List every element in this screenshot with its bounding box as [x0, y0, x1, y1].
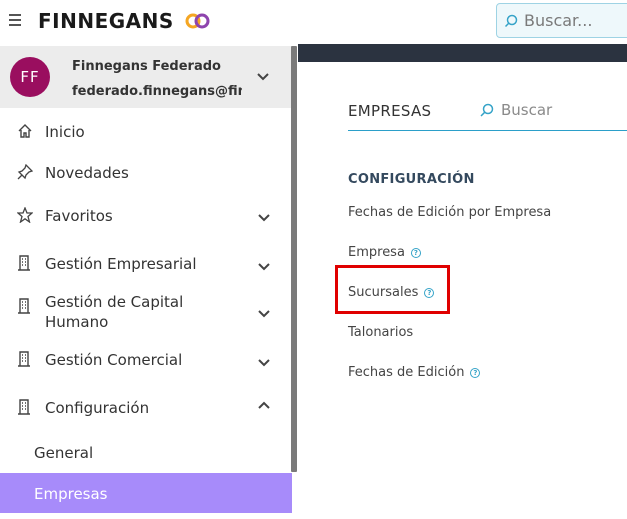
chevron-down-icon[interactable]	[257, 73, 269, 81]
search-icon[interactable]	[479, 103, 494, 118]
sidebar-subitem-general[interactable]: General	[0, 438, 292, 468]
tab-empresas[interactable]: EMPRESAS	[348, 102, 431, 120]
home-icon	[18, 124, 32, 138]
chevron-up-icon	[258, 401, 270, 409]
main-search-input[interactable]: Buscar	[501, 101, 552, 119]
sidebar-item-label: Inicio	[45, 123, 85, 141]
link-empresa[interactable]: Empresa?	[348, 245, 421, 260]
search-icon	[504, 14, 518, 28]
app-logo: FINNEGANS	[38, 9, 174, 33]
link-label: Empresa	[348, 245, 405, 260]
building-icon	[18, 351, 30, 367]
sidebar-item-label: Novedades	[45, 164, 129, 182]
star-icon	[17, 207, 33, 223]
highlight-box	[335, 265, 450, 314]
link-talonarios[interactable]: Talonarios	[348, 325, 413, 340]
user-profile[interactable]: FF Finnegans Federado federado.finnegans…	[0, 46, 292, 108]
sidebar-subitem-label: General	[34, 444, 94, 462]
logo-mark-icon	[185, 13, 210, 29]
main-header-strip	[298, 44, 627, 62]
sidebar-item-label: Favoritos	[45, 207, 113, 225]
sidebar-item-gestion-capital-humano[interactable]: Gestión de Capital Humano	[0, 291, 292, 335]
link-fechas-edicion-empresa[interactable]: Fechas de Edición por Empresa	[348, 205, 551, 220]
sidebar-subitem-empresas[interactable]: Empresas	[0, 473, 292, 513]
sidebar-item-gestion-comercial[interactable]: Gestión Comercial	[0, 348, 292, 372]
sidebar-item-label-line1: Gestión de Capital	[45, 293, 184, 311]
sidebar-item-novedades[interactable]: Novedades	[0, 161, 292, 185]
sidebar-subitem-label: Empresas	[34, 485, 108, 503]
user-name: Finnegans Federado	[72, 59, 221, 74]
global-search-placeholder: Buscar...	[524, 11, 593, 30]
sidebar-scrollbar[interactable]	[291, 46, 297, 472]
link-fechas-edicion[interactable]: Fechas de Edición?	[348, 365, 481, 380]
building-icon	[18, 298, 30, 314]
help-icon[interactable]: ?	[470, 368, 481, 378]
help-icon[interactable]: ?	[410, 248, 421, 258]
avatar: FF	[10, 57, 50, 97]
chevron-down-icon	[258, 263, 270, 271]
sidebar-item-label: Gestión Empresarial	[45, 255, 197, 273]
link-label: Fechas de Edición por Empresa	[348, 205, 552, 220]
sidebar-item-label: Gestión Comercial	[45, 351, 183, 369]
chevron-down-icon	[258, 214, 270, 222]
pin-icon	[17, 164, 33, 180]
menu-icon[interactable]	[9, 14, 23, 26]
section-title: CONFIGURACIÓN	[348, 172, 475, 187]
sidebar-item-label-line2: Humano	[45, 313, 109, 331]
sidebar-item-gestion-empresarial[interactable]: Gestión Empresarial	[0, 252, 292, 276]
global-search-input[interactable]: Buscar...	[496, 3, 627, 38]
sidebar-item-favoritos[interactable]: Favoritos	[0, 204, 292, 228]
tab-underline	[348, 130, 627, 131]
sidebar-item-inicio[interactable]: Inicio	[0, 120, 292, 144]
building-icon	[18, 399, 30, 415]
link-label: Talonarios	[348, 325, 414, 340]
chevron-down-icon	[258, 310, 270, 318]
sidebar-item-configuracion[interactable]: Configuración	[0, 396, 292, 420]
sidebar-item-label: Configuración	[45, 399, 150, 417]
sidebar: FF Finnegans Federado federado.finnegans…	[0, 44, 292, 519]
chevron-down-icon	[258, 359, 270, 367]
top-bar: FINNEGANS Buscar...	[0, 0, 627, 44]
building-icon	[18, 255, 30, 271]
user-email: federado.finnegans@fin...	[72, 84, 242, 99]
link-label: Fechas de Edición	[348, 365, 465, 380]
